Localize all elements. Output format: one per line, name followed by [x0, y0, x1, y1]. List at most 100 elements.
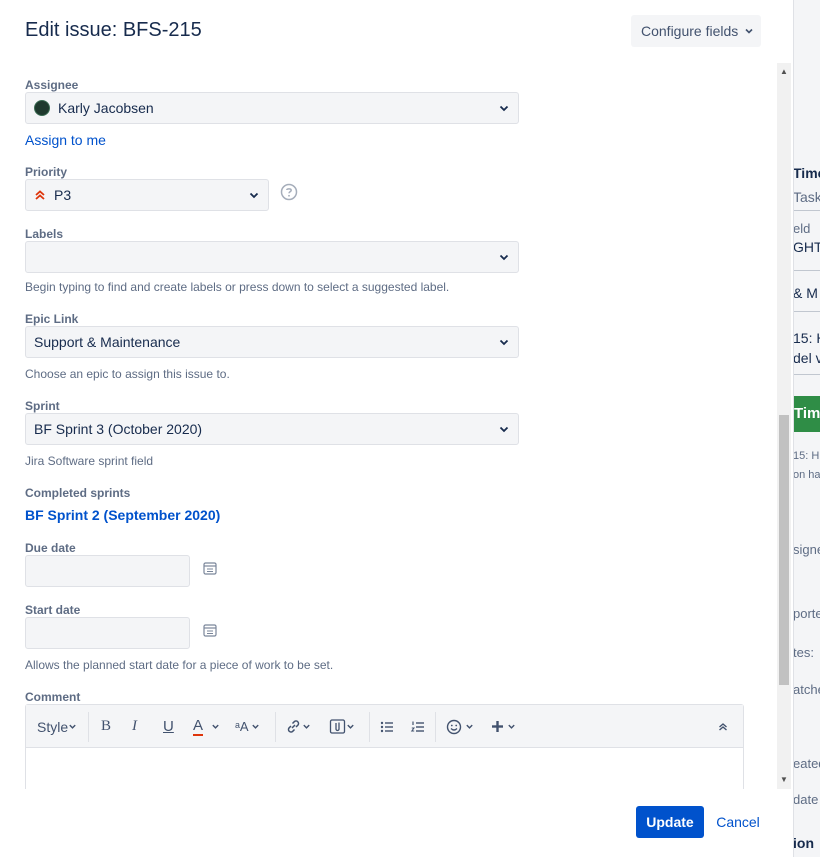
- sprint-help: Jira Software sprint field: [25, 454, 154, 468]
- bold-button[interactable]: B: [101, 705, 111, 748]
- bg-text: eated: [793, 756, 820, 771]
- text-size-button[interactable]: ᵃA: [235, 705, 260, 748]
- text-size-label: ᵃA: [235, 719, 249, 734]
- chevron-down-icon: [499, 339, 509, 346]
- bg-text: on ha: [793, 469, 820, 481]
- bold-label: B: [101, 718, 112, 734]
- completed-sprints-label: Completed sprints: [25, 486, 131, 500]
- bg-text: 15: H: [793, 330, 820, 346]
- attachment-icon: [329, 719, 346, 734]
- bg-text: date: [793, 792, 819, 807]
- update-button[interactable]: Update: [636, 806, 704, 838]
- chevron-down-icon: [251, 724, 259, 729]
- bg-text: signe: [793, 542, 820, 557]
- link-icon: [287, 720, 300, 733]
- bg-text: porte: [793, 606, 820, 621]
- collapse-toolbar-button[interactable]: [717, 705, 729, 748]
- assignee-select[interactable]: Karly Jacobsen: [25, 92, 519, 124]
- cancel-label: Cancel: [716, 814, 760, 830]
- edit-issue-dialog: Edit issue: BFS-215 Configure fields Ass…: [0, 0, 793, 857]
- dialog-content: Assignee Karly Jacobsen Assign to me Pri…: [0, 63, 793, 789]
- bg-text: Task: [793, 189, 820, 205]
- priority-select[interactable]: P3: [25, 179, 269, 211]
- bg-green-button: Tim: [794, 396, 820, 432]
- start-date-label: Start date: [25, 603, 81, 617]
- labels-help: Begin typing to find and create labels o…: [25, 280, 450, 294]
- bg-text: ion: [793, 835, 814, 851]
- text-color-label: A: [193, 716, 204, 736]
- sprint-select[interactable]: BF Sprint 3 (October 2020): [25, 413, 519, 445]
- chevron-down-icon: [508, 724, 515, 729]
- chevron-down-icon: [499, 254, 509, 261]
- sprint-value: BF Sprint 3 (October 2020): [34, 421, 203, 437]
- chevron-down-icon: [249, 192, 259, 199]
- dialog-title: Edit issue: BFS-215: [25, 19, 202, 41]
- due-date-input[interactable]: [25, 555, 190, 587]
- chevron-down-icon: [466, 724, 473, 729]
- calendar-icon[interactable]: [203, 561, 217, 575]
- underline-button[interactable]: U: [163, 705, 174, 748]
- comment-editor[interactable]: Style B I U A ᵃA: [25, 704, 744, 789]
- epic-link-select[interactable]: Support & Maintenance: [25, 326, 519, 358]
- labels-input[interactable]: [25, 241, 519, 273]
- bg-text: atche: [793, 682, 820, 697]
- scrollbar[interactable]: ▲ ▼: [777, 63, 791, 789]
- plus-icon: [492, 721, 503, 732]
- style-label: Style: [37, 718, 69, 735]
- bg-text: eld: [793, 221, 811, 236]
- bg-divider: [794, 210, 820, 211]
- bg-text: GHT: [793, 239, 820, 255]
- bullet-list-button[interactable]: [379, 705, 395, 748]
- bg-divider: [794, 311, 820, 312]
- italic-button[interactable]: I: [132, 705, 137, 748]
- epic-link-value: Support & Maintenance: [34, 334, 181, 350]
- numbered-list-button[interactable]: [410, 705, 426, 748]
- background-page: Time Task eld GHT & M 15: H del v Tim 15…: [793, 0, 820, 857]
- priority-label: Priority: [25, 165, 68, 179]
- start-date-input[interactable]: [25, 617, 190, 649]
- underline-label: U: [163, 718, 174, 735]
- numbered-list-icon: [410, 721, 424, 732]
- link-button[interactable]: [285, 705, 311, 748]
- chevron-down-icon: [499, 105, 509, 112]
- cancel-button[interactable]: Cancel: [712, 806, 764, 838]
- labels-label: Labels: [25, 227, 64, 241]
- chevron-down-icon: [69, 724, 76, 729]
- scroll-down-icon[interactable]: ▼: [777, 773, 791, 787]
- scrollbar-thumb[interactable]: [779, 415, 789, 685]
- bg-text: 15: H: [793, 450, 820, 462]
- epic-link-label: Epic Link: [25, 312, 79, 326]
- attachment-button[interactable]: [329, 705, 355, 748]
- epic-link-help: Choose an epic to assign this issue to.: [25, 367, 230, 381]
- assignee-value: Karly Jacobsen: [58, 100, 154, 116]
- configure-fields-label: Configure fields: [641, 23, 739, 39]
- chevron-down-icon: [303, 724, 310, 729]
- scroll-up-icon[interactable]: ▲: [777, 65, 791, 79]
- avatar: [34, 100, 50, 116]
- configure-fields-button[interactable]: Configure fields: [631, 15, 761, 47]
- assignee-label: Assignee: [25, 78, 79, 92]
- emoji-button[interactable]: [446, 705, 474, 748]
- insert-more-button[interactable]: [491, 705, 516, 748]
- double-chevron-up-icon: [719, 722, 727, 731]
- priority-value: P3: [54, 187, 72, 203]
- bg-divider: [794, 374, 820, 375]
- update-label: Update: [646, 814, 694, 830]
- calendar-icon[interactable]: [203, 623, 217, 637]
- bg-text: Time: [793, 165, 820, 181]
- chevron-down-icon: [347, 724, 354, 729]
- completed-sprint-link[interactable]: BF Sprint 2 (September 2020): [25, 507, 220, 523]
- bg-text: tes:: [793, 645, 814, 660]
- chevron-down-icon: [745, 28, 753, 34]
- text-color-button[interactable]: A: [193, 705, 220, 748]
- priority-highest-icon: [35, 190, 45, 200]
- help-icon[interactable]: [280, 183, 298, 201]
- toolbar-divider: [369, 712, 370, 742]
- toolbar-divider: [88, 712, 89, 742]
- chevron-down-icon: [212, 724, 219, 729]
- emoji-icon: [446, 719, 462, 734]
- text-style-dropdown[interactable]: Style: [37, 705, 77, 748]
- assign-to-me-link[interactable]: Assign to me: [25, 132, 106, 148]
- bg-text: & M: [793, 285, 818, 301]
- italic-label: I: [132, 718, 137, 734]
